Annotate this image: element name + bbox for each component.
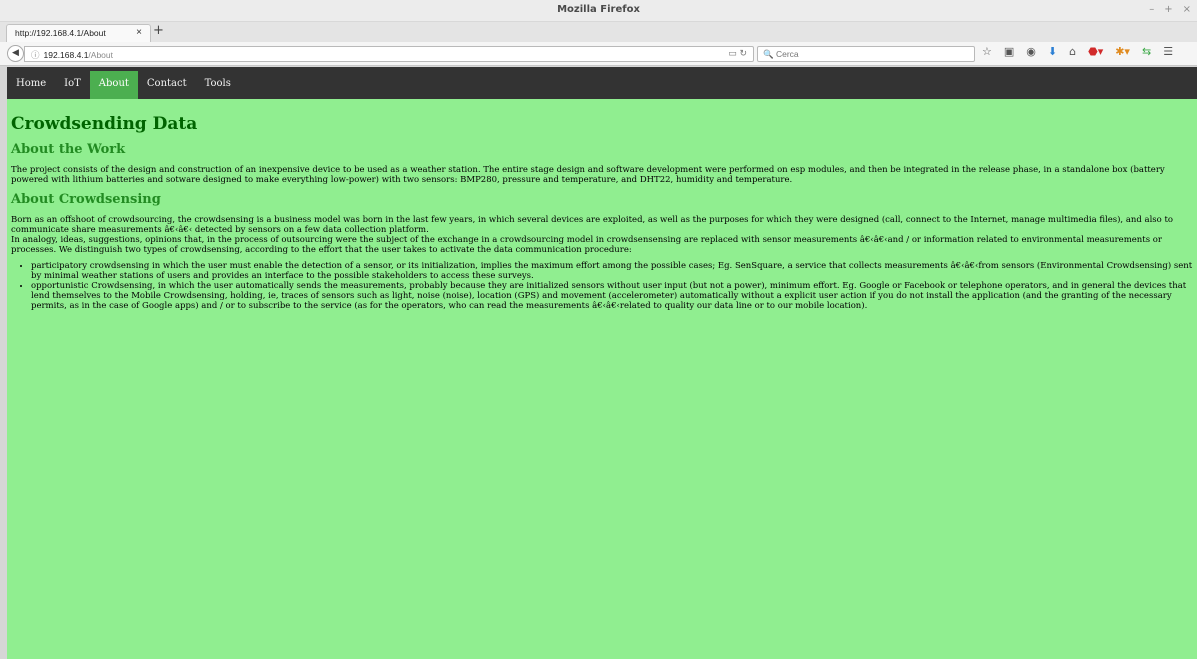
section-text-work: The project consists of the design and c… <box>11 165 1165 185</box>
pocket-icon[interactable]: ◉ <box>1026 45 1036 58</box>
nav-iot-link[interactable]: IoT <box>55 71 90 99</box>
reload-icon[interactable]: ↻ <box>739 48 747 58</box>
window-titlebar: Mozilla Firefox – + × <box>0 0 1197 22</box>
download-icon[interactable]: ⬇ <box>1048 45 1057 58</box>
url-bar[interactable]: ⓘ 192.168.4.1/About ▭ ↻ <box>24 46 754 62</box>
window-controls: – + × <box>1149 4 1191 15</box>
crowdsensing-text-1: Born as an offshoot of crowdsourcing, th… <box>11 215 1174 235</box>
page-viewport: Home IoT About Contact Tools Crowdsendin… <box>7 67 1197 659</box>
reader-view-icon[interactable]: ▭ <box>728 48 737 58</box>
toolbar-icons: ☆ ▣ ◉ ⬇ ⌂ ⬣▾ ✱▾ ⇆ ☰ <box>982 45 1173 58</box>
site-nav: Home IoT About Contact Tools <box>7 71 1197 99</box>
home-icon[interactable]: ⌂ <box>1069 45 1076 58</box>
urlbar-icons: ▭ ↻ <box>728 48 747 59</box>
page-title: Crowdsending Data <box>11 114 198 134</box>
maximize-button[interactable]: + <box>1164 4 1172 15</box>
back-arrow-icon: ◀ <box>12 48 19 58</box>
crowdsensing-text-2: In analogy, ideas, suggestions, opinions… <box>11 235 1162 255</box>
window-title: Mozilla Firefox <box>557 4 640 15</box>
star-icon[interactable]: ☆ <box>982 45 992 58</box>
close-window-button[interactable]: × <box>1183 4 1191 15</box>
search-icon: 🔍 <box>763 49 774 59</box>
url-path: /About <box>88 50 113 60</box>
nav-contact-link[interactable]: Contact <box>138 71 196 99</box>
section-heading-work: About the Work <box>11 142 126 157</box>
extension-icon[interactable]: ✱▾ <box>1115 45 1130 58</box>
search-bar[interactable]: 🔍 <box>757 46 975 62</box>
section-heading-crowdsensing: About Crowdsensing <box>11 192 161 207</box>
crowdsensing-paragraph: Born as an offshoot of crowdsourcing, th… <box>11 215 1193 255</box>
menu-icon[interactable]: ☰ <box>1163 45 1173 58</box>
adblock-icon[interactable]: ⬣▾ <box>1088 45 1103 58</box>
navigation-toolbar: ◀ ⓘ192.168.4.1/About ▭ ↻ 🔍 ☆ ▣ ◉ ⬇ ⌂ ⬣▾ … <box>0 42 1197 66</box>
browser-tab[interactable]: http://192.168.4.1/About × <box>6 24 151 42</box>
sync-icon[interactable]: ⇆ <box>1142 45 1151 58</box>
clipboard-icon[interactable]: ▣ <box>1004 45 1014 58</box>
new-tab-button[interactable]: + <box>153 23 164 38</box>
page-content: Crowdsending Data About the Work The pro… <box>7 114 1197 311</box>
nav-home-link[interactable]: Home <box>7 71 55 99</box>
list-item-participatory: participatory crowdsensing in which the … <box>31 261 1193 281</box>
tab-close-icon[interactable]: × <box>136 27 142 38</box>
minimize-button[interactable]: – <box>1149 4 1154 15</box>
tab-label: http://192.168.4.1/About <box>15 28 106 38</box>
crowdsensing-list: participatory crowdsensing in which the … <box>31 261 1193 311</box>
back-button[interactable]: ◀ <box>7 45 24 62</box>
search-input[interactable] <box>775 49 966 59</box>
url-host: 192.168.4.1 <box>43 50 89 60</box>
info-icon[interactable]: ⓘ <box>31 50 40 60</box>
list-item-opportunistic: opportunistic Crowdsensing, in which the… <box>31 281 1193 311</box>
nav-tools-link[interactable]: Tools <box>196 71 240 99</box>
nav-about-link[interactable]: About <box>89 71 138 99</box>
tab-strip: http://192.168.4.1/About × + <box>0 22 1197 42</box>
